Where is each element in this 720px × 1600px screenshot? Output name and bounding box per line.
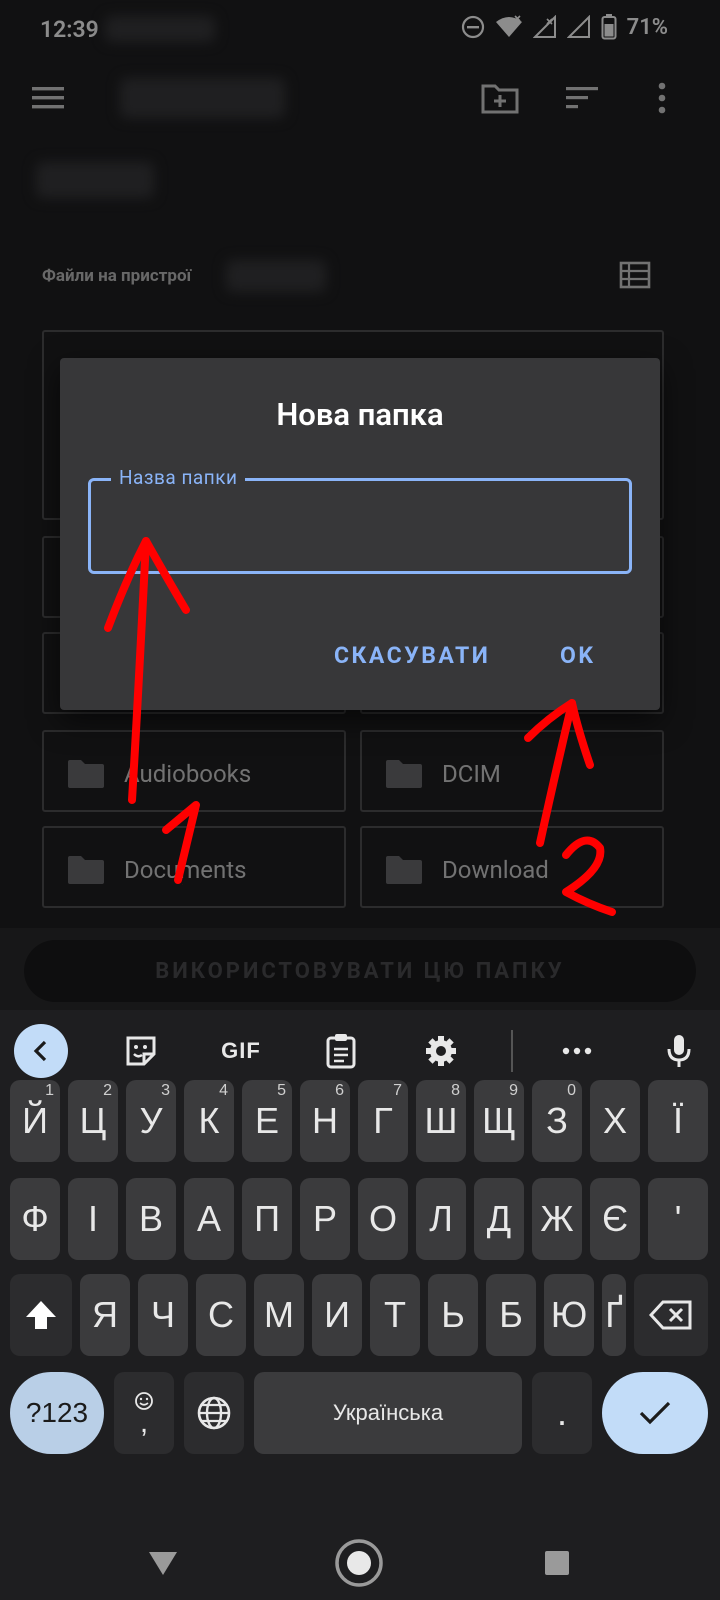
key-Ц[interactable]: Ц2 xyxy=(68,1080,118,1162)
key-Ґ[interactable]: Ґ xyxy=(602,1274,626,1356)
key-О[interactable]: О xyxy=(358,1178,408,1260)
toolbar-separator xyxy=(511,1030,513,1072)
space-key[interactable]: Українська xyxy=(254,1372,522,1454)
comma-label: , xyxy=(139,1406,149,1439)
back-nav-button[interactable] xyxy=(138,1538,188,1588)
folder-name-field[interactable]: Назва папки xyxy=(88,466,632,574)
gif-button[interactable]: GIF xyxy=(214,1024,268,1078)
key-Щ[interactable]: Щ9 xyxy=(474,1080,524,1162)
key-П[interactable]: П xyxy=(242,1178,292,1260)
key-apostrophe[interactable]: ' xyxy=(648,1178,708,1260)
key-М[interactable]: М xyxy=(254,1274,304,1356)
clipboard-icon xyxy=(326,1034,356,1069)
backspace-icon xyxy=(649,1300,692,1330)
key-Й[interactable]: Й1 xyxy=(10,1080,60,1162)
key-Ф[interactable]: Ф xyxy=(10,1178,60,1260)
key-Г[interactable]: Г7 xyxy=(358,1080,408,1162)
microphone-icon xyxy=(667,1035,691,1067)
key-И[interactable]: И xyxy=(312,1274,362,1356)
symbols-key[interactable]: ?123 xyxy=(10,1372,104,1454)
globe-icon xyxy=(197,1396,231,1430)
key-Я[interactable]: Я xyxy=(80,1274,130,1356)
key-Л[interactable]: Л xyxy=(416,1178,466,1260)
key-Д[interactable]: Д xyxy=(474,1178,524,1260)
key-Р[interactable]: Р xyxy=(300,1178,350,1260)
clipboard-button[interactable] xyxy=(314,1024,368,1078)
key-В[interactable]: В xyxy=(126,1178,176,1260)
recents-nav-button[interactable] xyxy=(532,1538,582,1588)
key-Х[interactable]: Х xyxy=(590,1080,640,1162)
ok-button[interactable]: OK xyxy=(560,642,595,669)
emoji-comma-key[interactable]: , xyxy=(114,1372,174,1454)
folder-name-input[interactable] xyxy=(91,481,629,571)
key-С[interactable]: С xyxy=(196,1274,246,1356)
shift-icon xyxy=(26,1301,56,1329)
more-horiz-icon xyxy=(562,1047,592,1055)
keyboard: GIF Й1 Ц2 У3 К4 Е5 Н6 Г7 Ш8 Щ9 З0 Х Ї Ф … xyxy=(0,1010,720,1520)
key-К[interactable]: К4 xyxy=(184,1080,234,1162)
more-options-button[interactable] xyxy=(550,1024,604,1078)
key-Є[interactable]: Є xyxy=(590,1178,640,1260)
key-Ч[interactable]: Ч xyxy=(138,1274,188,1356)
key-З[interactable]: З0 xyxy=(532,1080,582,1162)
key-Б[interactable]: Б xyxy=(486,1274,536,1356)
key-І[interactable]: І xyxy=(68,1178,118,1260)
checkmark-icon xyxy=(639,1401,671,1425)
navigation-bar xyxy=(0,1520,720,1600)
chevron-left-icon xyxy=(33,1040,47,1062)
sticker-icon xyxy=(126,1036,156,1066)
new-folder-dialog: Нова папка Назва папки СКАСУВАТИ OK xyxy=(60,358,660,710)
period-key[interactable]: . xyxy=(532,1372,592,1454)
voice-input-button[interactable] xyxy=(652,1024,706,1078)
keyboard-toolbar: GIF xyxy=(0,1010,720,1090)
dialog-title: Нова папка xyxy=(276,396,444,433)
cancel-button[interactable]: СКАСУВАТИ xyxy=(334,642,490,669)
key-Т[interactable]: Т xyxy=(370,1274,420,1356)
key-Ї[interactable]: Ї xyxy=(648,1080,708,1162)
key-Ж[interactable]: Ж xyxy=(532,1178,582,1260)
key-Ш[interactable]: Ш8 xyxy=(416,1080,466,1162)
key-Ь[interactable]: Ь xyxy=(428,1274,478,1356)
key-Н[interactable]: Н6 xyxy=(300,1080,350,1162)
gif-label: GIF xyxy=(221,1038,261,1063)
settings-button[interactable] xyxy=(414,1024,468,1078)
toolbar-back-button[interactable] xyxy=(14,1024,68,1078)
recents-square-icon xyxy=(545,1551,569,1575)
language-key[interactable] xyxy=(184,1372,244,1454)
gear-icon xyxy=(426,1036,456,1066)
home-circle-icon xyxy=(335,1539,383,1587)
key-У[interactable]: У3 xyxy=(126,1080,176,1162)
enter-key[interactable] xyxy=(602,1372,708,1454)
key-А[interactable]: А xyxy=(184,1178,234,1260)
backspace-key[interactable] xyxy=(634,1274,708,1356)
sticker-button[interactable] xyxy=(114,1024,168,1078)
home-nav-button[interactable] xyxy=(334,1538,384,1588)
key-Ю[interactable]: Ю xyxy=(544,1274,594,1356)
back-triangle-icon xyxy=(149,1552,177,1575)
key-Е[interactable]: Е5 xyxy=(242,1080,292,1162)
shift-key[interactable] xyxy=(10,1274,72,1356)
